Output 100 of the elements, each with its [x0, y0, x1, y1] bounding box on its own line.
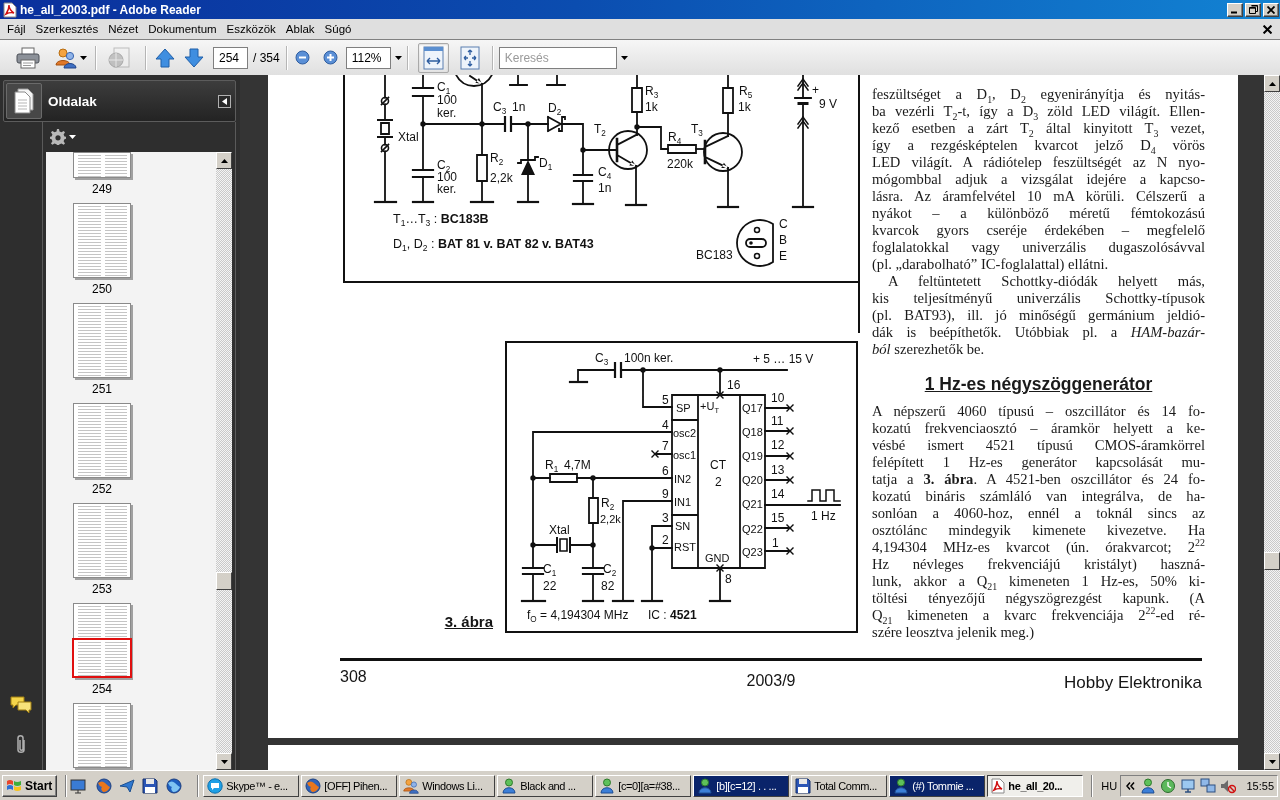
- ground-symbol: [640, 599, 664, 603]
- ground-symbol: [611, 599, 635, 603]
- scroll-down-button[interactable]: [216, 753, 232, 770]
- taskbar-button[interactable]: he_all_20...: [987, 774, 1084, 797]
- globe-icon[interactable]: [166, 777, 183, 794]
- page-thumbnail[interactable]: [73, 203, 131, 278]
- pin-number: 11: [771, 415, 784, 427]
- close-icon: [1262, 24, 1272, 34]
- taskbar-button[interactable]: Windows Li...: [399, 774, 496, 797]
- component-label: D$_{2}$: [548, 102, 562, 114]
- close-document-button[interactable]: [1260, 22, 1274, 36]
- zoom-field[interactable]: 112%: [345, 46, 391, 69]
- menu-item[interactable]: Dokumentum: [143, 21, 222, 37]
- pages-tab[interactable]: [6, 83, 42, 119]
- ground-symbol: [716, 205, 740, 209]
- minimize-button[interactable]: [1227, 2, 1243, 17]
- component-label: D$_{1}$: [539, 157, 553, 169]
- comment-icon: [10, 696, 32, 714]
- supply-voltage-label: + 5 … 15 V: [753, 353, 814, 365]
- ground-symbol: [624, 203, 648, 207]
- component-value: 100: [437, 94, 458, 106]
- zoom-in-icon: [322, 50, 338, 65]
- capacitor-symbol: [411, 86, 435, 98]
- panel-title: Oldalak: [48, 93, 97, 109]
- page-number-field[interactable]: 254: [213, 46, 248, 69]
- pin-name: Q17: [742, 402, 763, 414]
- scroll-thumb[interactable]: [216, 572, 232, 590]
- language-indicator[interactable]: HU: [1101, 779, 1118, 792]
- scroll-down-button[interactable]: [1264, 753, 1280, 770]
- component-label: Xtal: [398, 131, 419, 143]
- pin-number: 4: [662, 419, 669, 431]
- desktop-icon[interactable]: [70, 777, 87, 794]
- fit-width-button[interactable]: [417, 42, 449, 73]
- menu-item[interactable]: Szerkesztés: [30, 21, 104, 37]
- component-value: 100n ker.: [624, 352, 674, 364]
- close-button[interactable]: [1263, 2, 1279, 17]
- page-thumbnail[interactable]: [73, 303, 131, 378]
- taskbar-button[interactable]: [c=0][a=#38...: [595, 774, 692, 797]
- taskbar-button[interactable]: [b][c=12] . . ...: [693, 774, 790, 797]
- person-icon: [599, 777, 616, 794]
- triangle-down-icon: [1268, 759, 1276, 764]
- paragraph-text: A feltüntetett Schottky-diódák helyett más, kis teljesítményű univerzális Schottky-típusok (pl. BAT93), ill. jó minőségű germánium jeldió- dák is beépíthetők. Utóbbiak pl. a HAM-bazár- ból szerezhetők be.: [872, 272, 1205, 358]
- menu-item[interactable]: Eszközök: [221, 21, 281, 37]
- printer-icon: [16, 46, 40, 69]
- arrow-down-icon: [184, 47, 204, 68]
- scroll-up-button[interactable]: [1264, 75, 1280, 92]
- menu-item[interactable]: Fájl: [2, 21, 31, 37]
- menu-item[interactable]: Ablak: [280, 21, 320, 37]
- collapse-button[interactable]: [218, 94, 231, 108]
- ground-symbol: [411, 200, 435, 204]
- clock-text: 15:55: [1246, 779, 1274, 792]
- pin-name: IN1: [674, 496, 692, 508]
- resistor-symbol: [588, 497, 599, 524]
- taskbar-button[interactable]: (#) Tommie ...: [889, 774, 986, 797]
- page-thumbnail[interactable]: [73, 703, 131, 768]
- parts-note: D$_{1}$, D$_{2}$ : BAT 81 v. BAT 82 v. BAT43: [393, 237, 594, 251]
- page-thumbnail[interactable]: [73, 152, 131, 178]
- issue-text: 2003/9: [746, 672, 796, 690]
- page-thumbnail[interactable]: [73, 603, 131, 678]
- wire: [509, 75, 566, 86]
- taskbar-button[interactable]: Black and ...: [497, 774, 594, 797]
- component-value: 220k: [667, 158, 694, 170]
- crystal-socket-symbol: [377, 96, 393, 153]
- close-icon: [1267, 5, 1275, 14]
- scroll-thumb[interactable]: [1264, 552, 1280, 570]
- menu-item[interactable]: Nézet: [103, 21, 144, 37]
- resistor-symbol: [549, 473, 578, 483]
- component-value: ker.: [437, 183, 457, 195]
- people-icon: [403, 777, 420, 794]
- restore-button[interactable]: [1245, 2, 1261, 17]
- diode-symbol: [546, 115, 566, 133]
- page-number-label: 254: [92, 682, 112, 696]
- ground-symbol: [791, 205, 815, 209]
- package-label: BC183: [696, 249, 733, 261]
- component-label: R$_{2}$: [601, 497, 615, 509]
- component-value: 1k: [645, 101, 658, 113]
- pin-name: Q19: [742, 450, 763, 462]
- pin-number: 10: [771, 392, 785, 404]
- pin-name: Q20: [742, 474, 763, 486]
- page-number-label: 253: [92, 582, 112, 596]
- taskbar-button[interactable]: Skype™ - e...: [203, 774, 300, 797]
- ground-symbol: [708, 599, 732, 603]
- resistor-symbol: [722, 87, 734, 114]
- taskbar-button[interactable]: Total Comm...: [791, 774, 888, 797]
- page-thumbnail[interactable]: [73, 403, 131, 478]
- options-button[interactable]: [48, 127, 78, 147]
- menu-item[interactable]: Súgó: [319, 21, 357, 37]
- component-label: C$_{3}$: [595, 352, 609, 364]
- scroll-up-button[interactable]: [216, 152, 232, 169]
- frequency-note: f$_{O}$ = 4,194304 MHz: [527, 609, 629, 621]
- pin-label: E: [779, 250, 787, 262]
- paper-plane-icon[interactable]: [119, 777, 136, 794]
- globe-icon[interactable]: [96, 777, 113, 794]
- start-button[interactable]: Start: [2, 774, 58, 797]
- component-value: 2,2k: [490, 172, 513, 184]
- search-field[interactable]: Keresés: [498, 46, 617, 69]
- taskbar-button[interactable]: [OFF] Pihen...: [301, 774, 398, 797]
- page-thumbnail[interactable]: [73, 503, 131, 578]
- flag-icon: [6, 778, 22, 793]
- arrow-up-icon: [155, 47, 175, 68]
